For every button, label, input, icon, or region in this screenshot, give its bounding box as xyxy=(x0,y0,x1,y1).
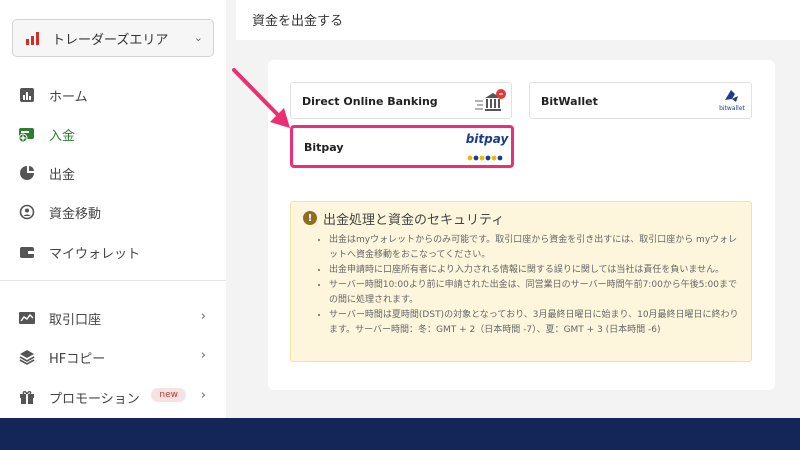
sidebar-item-transfer[interactable]: 資金移動 xyxy=(18,201,214,223)
notice-item: 出金はmyウォレットからのみ可能です。取引口座から資金を引き出すには、取引口座か… xyxy=(329,233,741,263)
sidebar-item-label: 入金 xyxy=(49,128,76,144)
annotation-arrow xyxy=(232,68,290,128)
account-area-select[interactable]: トレーダーズエリア ⌄ xyxy=(12,19,214,57)
bitpay-logo: bitpay xyxy=(465,132,509,165)
sidebar-item-hf-copy[interactable]: HFコピー › xyxy=(18,346,214,368)
wallet-icon xyxy=(18,243,36,261)
warning-icon: ! xyxy=(303,211,317,225)
sidebar-item-label: ホーム xyxy=(49,89,88,105)
transfer-icon xyxy=(18,203,36,221)
chevron-right-icon: › xyxy=(200,348,206,363)
layers-icon xyxy=(18,348,36,366)
security-notice: ! 出金処理と資金のセキュリティ 出金はmyウォレットからのみ可能です。取引口座… xyxy=(290,201,752,362)
bitpay-logo-text: bitpay xyxy=(465,132,509,146)
sidebar-item-label: プロモーション xyxy=(49,391,140,407)
sidebar-item-label: HFコピー xyxy=(49,351,106,367)
notice-item: 出金申請時に口座所有者により入力される情報に関する誤りに関しては当社は責任を負い… xyxy=(329,263,741,278)
bitwallet-logo-text: bitwallet xyxy=(719,105,745,112)
page-header: 資金を出金する xyxy=(236,0,800,40)
chevron-right-icon: › xyxy=(200,388,206,403)
chevron-down-icon: ⌄ xyxy=(193,31,203,44)
bar-chart-icon xyxy=(26,31,39,45)
dashboard-icon xyxy=(18,86,36,104)
sidebar-divider xyxy=(0,280,226,281)
notice-item: サーバー時間は夏時間(DST)の対象となっており、3月最終日曜日に始まり、10月… xyxy=(329,308,741,338)
sidebar-item-promotion[interactable]: プロモーション new › xyxy=(18,386,214,408)
method-bitpay[interactable]: Bitpay bitpay xyxy=(290,125,514,168)
sidebar: トレーダーズエリア ⌄ ホーム 入金 出金 資金移動 マイウォレット 取引口座 … xyxy=(0,0,226,418)
sidebar-item-deposit[interactable]: 入金 xyxy=(18,123,214,145)
sidebar-item-label: 資金移動 xyxy=(49,206,102,222)
notice-title: 出金処理と資金のセキュリティ xyxy=(323,212,505,228)
sidebar-item-trading-account[interactable]: 取引口座 › xyxy=(18,307,214,329)
notice-item: サーバー時間10:00より前に申請された出金は、同営業日のサーバー時間午前7:0… xyxy=(329,278,741,308)
chevron-right-icon: › xyxy=(200,309,206,324)
sidebar-item-my-wallet[interactable]: マイウォレット xyxy=(18,241,214,263)
sidebar-item-home[interactable]: ホーム xyxy=(18,84,214,106)
new-badge: new xyxy=(151,388,186,402)
account-area-label: トレーダーズエリア xyxy=(52,32,169,48)
sidebar-item-withdraw[interactable]: 出金 xyxy=(18,162,214,184)
method-name: BitWallet xyxy=(541,95,598,108)
deposit-wallet-icon xyxy=(18,125,36,143)
page-title: 資金を出金する xyxy=(252,14,344,29)
notice-header: ! 出金処理と資金のセキュリティ xyxy=(303,209,741,228)
sidebar-item-label: 取引口座 xyxy=(49,312,102,328)
sidebar-item-label: 出金 xyxy=(49,167,76,183)
chart-icon xyxy=(18,309,36,327)
sidebar-item-label: マイウォレット xyxy=(49,246,141,262)
method-bitwallet[interactable]: BitWallet bitwallet xyxy=(529,82,752,119)
method-direct-online-banking[interactable]: Direct Online Banking xyxy=(290,82,512,119)
notice-list: 出金はmyウォレットからのみ可能です。取引口座から資金を引き出すには、取引口座か… xyxy=(303,233,741,338)
footer-bar xyxy=(0,418,800,450)
method-name: Direct Online Banking xyxy=(302,95,438,108)
gift-icon xyxy=(18,388,36,406)
bitwallet-logo: bitwallet xyxy=(716,88,748,112)
method-name: Bitpay xyxy=(304,141,344,154)
bank-icon xyxy=(473,87,507,119)
withdraw-icon xyxy=(18,164,36,182)
